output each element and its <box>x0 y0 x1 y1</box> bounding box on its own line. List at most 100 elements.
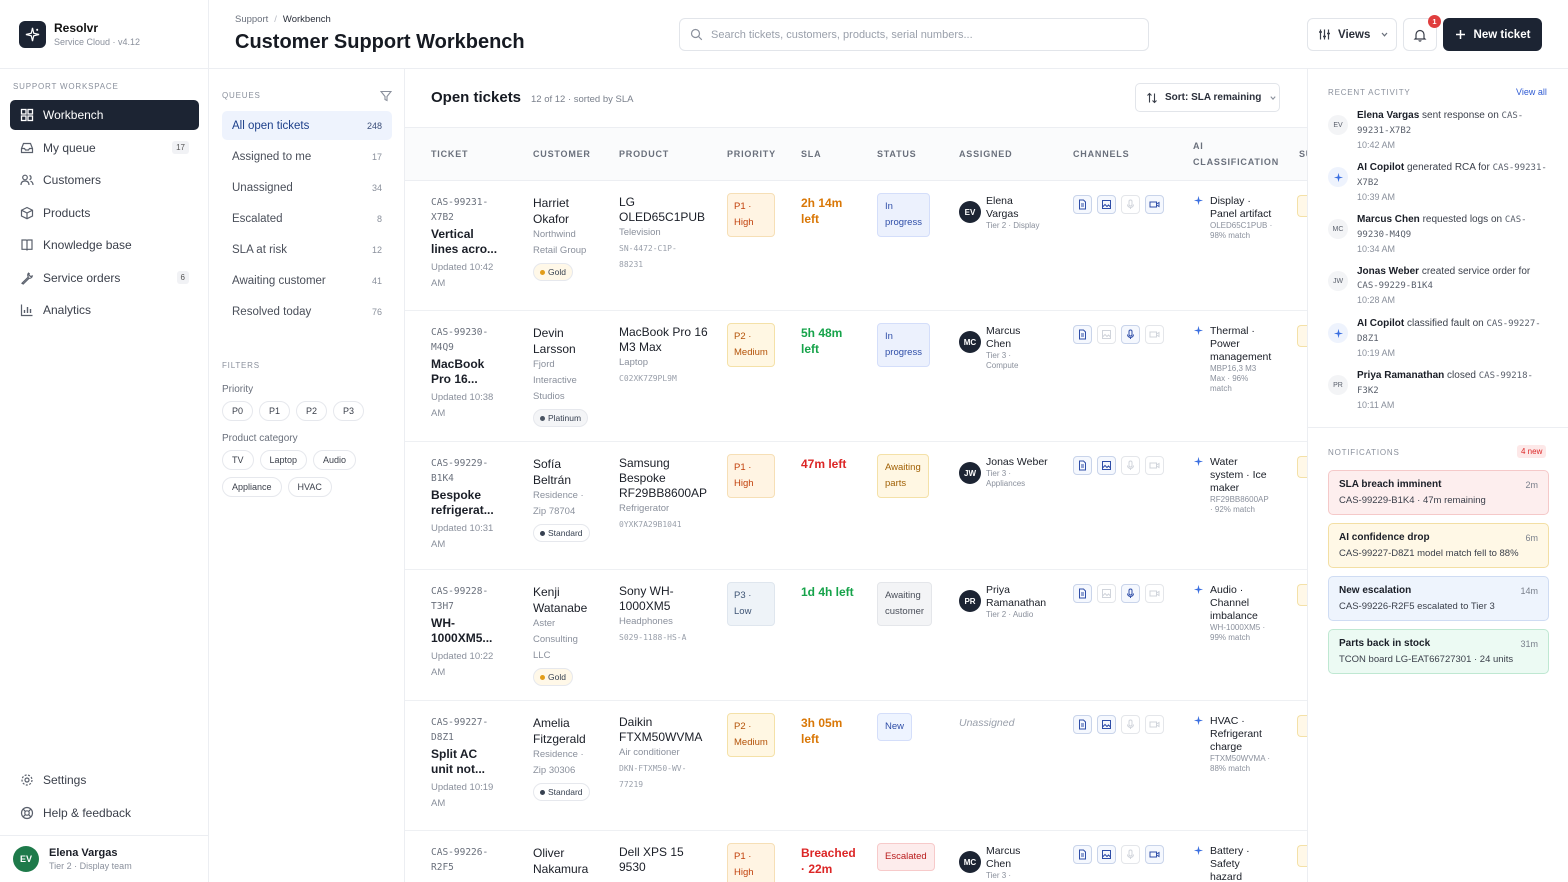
category-chip[interactable]: Appliance <box>222 477 282 497</box>
table-row[interactable]: CAS-99230- M4Q9 MacBook Pro 16... Updated 10… <box>405 311 1307 442</box>
customer-cell[interactable]: Kenji Watanabe Aster Consulting LLC Gold <box>533 584 615 686</box>
image-channel-icon[interactable] <box>1097 456 1116 475</box>
queue-item[interactable]: SLA at risk 12 <box>222 235 392 264</box>
category-chip[interactable]: HVAC <box>287 477 332 497</box>
category-chip[interactable]: TV <box>222 450 254 470</box>
ai-match-cont: · 92% match <box>1210 505 1255 514</box>
document-channel-icon[interactable] <box>1073 456 1092 475</box>
category-chip[interactable]: Audio <box>313 450 357 470</box>
document-channel-icon[interactable] <box>1073 715 1092 734</box>
table-row[interactable]: CAS-99229- B1K4 Bespoke refrigerat... Update… <box>405 442 1307 570</box>
sidebar-item-workbench[interactable]: Workbench <box>10 100 199 130</box>
ticket-cell[interactable]: CAS-99229- B1K4 Bespoke refrigerat... Update… <box>431 456 516 553</box>
sidebar-item-analytics[interactable]: Analytics <box>10 295 199 325</box>
activity-item[interactable]: EV Elena Vargas sent response on CAS-9923… <box>1328 109 1553 157</box>
wrench-icon <box>21 271 34 285</box>
table-row[interactable]: CAS-99227- D8Z1 Split AC unit not... Updated… <box>405 701 1307 831</box>
queue-item[interactable]: Escalated 8 <box>222 204 392 233</box>
assigned-cell[interactable]: Unassigned <box>959 717 1014 729</box>
sidebar-item-customers[interactable]: Customers <box>10 165 199 195</box>
activity-item[interactable]: JW Jonas Weber created service order for … <box>1328 265 1553 313</box>
priority-chip[interactable]: P2 <box>296 401 328 421</box>
notification-card[interactable]: Parts back in stock TCON board LG-EAT6672… <box>1328 629 1549 674</box>
priority-chip[interactable]: P1 <box>259 401 291 421</box>
queue-item[interactable]: Assigned to me 17 <box>222 142 392 171</box>
table-row[interactable]: CAS-99228- T3H7 WH- 1000XM5... Updated 10:22… <box>405 570 1307 701</box>
col-summary[interactable]: SU <box>1299 149 1307 159</box>
video-channel-icon[interactable] <box>1145 845 1164 864</box>
voice-channel-icon[interactable] <box>1121 325 1140 344</box>
sort-button[interactable]: Sort: SLA remaining <box>1135 83 1280 112</box>
col-ai[interactable]: AI <box>1193 141 1204 151</box>
ticket-cell[interactable]: CAS-99228- T3H7 WH- 1000XM5... Updated 10:22… <box>431 584 516 681</box>
notifications-button[interactable]: 1 <box>1403 15 1441 51</box>
category-chip[interactable]: Laptop <box>259 450 308 470</box>
sidebar-item-products[interactable]: Products <box>10 198 199 228</box>
priority-chip[interactable]: P0 <box>222 401 254 421</box>
view-all-link[interactable]: View all <box>1516 87 1547 97</box>
product-cell[interactable]: Dell XPS 15 9530 <box>619 845 714 875</box>
search-input[interactable] <box>711 28 1131 41</box>
document-channel-icon[interactable] <box>1073 195 1092 214</box>
customer-cell[interactable]: Harriet Okafor Northwind Retail Group Gold <box>533 195 615 281</box>
customer-cell[interactable]: Oliver Nakamura <box>533 845 615 877</box>
notification-card[interactable]: AI confidence drop CAS-99227-D8Z1 model m… <box>1328 523 1549 568</box>
col-status[interactable]: STATUS <box>877 149 916 159</box>
product-cell[interactable]: Samsung Bespoke RF29BB8600AP Refrigerator 0Y… <box>619 456 714 533</box>
customer-cell[interactable]: Devin Larsson Fjord Interactive Studios Plati… <box>533 325 615 427</box>
col-channels[interactable]: CHANNELS <box>1073 149 1129 159</box>
queue-item[interactable]: Resolved today 76 <box>222 297 392 326</box>
document-channel-icon[interactable] <box>1073 325 1092 344</box>
col-ticket[interactable]: TICKET <box>431 149 468 159</box>
notification-card[interactable]: SLA breach imminent CAS-99229-B1K4 · 47m … <box>1328 470 1549 515</box>
table-row[interactable]: CAS-99231- X7B2 Vertical lines acro... Updat… <box>405 181 1307 311</box>
sidebar-item-service-orders[interactable]: Service orders 6 <box>10 263 199 293</box>
col-customer[interactable]: CUSTOMER <box>533 149 591 159</box>
image-channel-icon[interactable] <box>1097 845 1116 864</box>
search-box[interactable] <box>679 18 1149 51</box>
priority-chip[interactable]: P3 <box>333 401 365 421</box>
table-row[interactable]: CAS-99226- R2F5 Oliver Nakamura Dell XPS 15 9… <box>405 831 1307 882</box>
activity-item[interactable]: MC Marcus Chen requested logs on CAS-9923… <box>1328 213 1553 261</box>
col-priority[interactable]: PRIORITY <box>727 149 776 159</box>
filter-icon[interactable] <box>380 90 392 102</box>
product-cell[interactable]: Sony WH- 1000XM5 Headphones S029-1188-HS-A <box>619 584 714 646</box>
sidebar-item-knowledge-base[interactable]: Knowledge base <box>10 230 199 260</box>
current-user[interactable]: EV Elena Vargas Tier 2 · Display team <box>0 835 209 882</box>
views-button[interactable]: Views <box>1307 18 1397 51</box>
activity-ref[interactable]: CAS-99229-B1K4 <box>1357 281 1433 291</box>
sidebar-item-settings[interactable]: Settings <box>10 765 199 795</box>
product-cell[interactable]: LG OLED65C1PUB Television SN-4472-C1P- 88231 <box>619 195 714 273</box>
col-sla[interactable]: SLA <box>801 149 821 159</box>
queue-item[interactable]: Unassigned 34 <box>222 173 392 202</box>
activity-item[interactable]: PR Priya Ramanathan closed CAS-99218-F3K2… <box>1328 369 1553 417</box>
customer-cell[interactable]: Amelia Fitzgerald Residence · Zip 30306 Stan… <box>533 715 615 801</box>
queue-item[interactable]: All open tickets 248 <box>222 111 392 140</box>
queue-item[interactable]: Awaiting customer 41 <box>222 266 392 295</box>
image-channel-icon[interactable] <box>1097 195 1116 214</box>
brand[interactable]: Resolvr Service Cloud · v4.12 <box>0 0 208 69</box>
breadcrumb-support[interactable]: Support <box>235 14 268 25</box>
activity-item[interactable]: AI Copilot classified fault on CAS-99227… <box>1328 317 1553 365</box>
ticket-cell[interactable]: CAS-99227- D8Z1 Split AC unit not... Updated… <box>431 715 516 812</box>
queue-item-count: 41 <box>371 275 382 286</box>
video-channel-icon[interactable] <box>1145 195 1164 214</box>
product-cell[interactable]: Daikin FTXM50WVMA Air conditioner DKN-FTXM5… <box>619 715 714 793</box>
document-channel-icon[interactable] <box>1073 584 1092 603</box>
document-channel-icon[interactable] <box>1073 845 1092 864</box>
new-ticket-button[interactable]: New ticket <box>1443 18 1542 51</box>
col-product[interactable]: PRODUCT <box>619 149 669 159</box>
ticket-cell[interactable]: CAS-99226- R2F5 <box>431 845 516 875</box>
image-channel-icon[interactable] <box>1097 715 1116 734</box>
activity-item[interactable]: AI Copilot generated RCA for CAS-99231-X… <box>1328 161 1553 209</box>
col-assigned[interactable]: ASSIGNED <box>959 149 1012 159</box>
voice-channel-icon[interactable] <box>1121 584 1140 603</box>
sidebar-item-help[interactable]: Help & feedback <box>10 798 199 828</box>
customer-cell[interactable]: Sofía Beltrán Residence · Zip 78704 Standard <box>533 456 615 542</box>
product-cell[interactable]: MacBook Pro 16 M3 Max Laptop C02XK7Z9PL9M <box>619 325 714 387</box>
ticket-cell[interactable]: CAS-99230- M4Q9 MacBook Pro 16... Updated 10… <box>431 325 516 422</box>
col-ai-classification[interactable]: CLASSIFICATION <box>1193 157 1279 167</box>
sidebar-item-my-queue[interactable]: My queue 17 <box>10 133 199 163</box>
ticket-cell[interactable]: CAS-99231- X7B2 Vertical lines acro... Updat… <box>431 195 516 292</box>
notification-card[interactable]: New escalation CAS-99226-R2F5 escalated t… <box>1328 576 1549 621</box>
